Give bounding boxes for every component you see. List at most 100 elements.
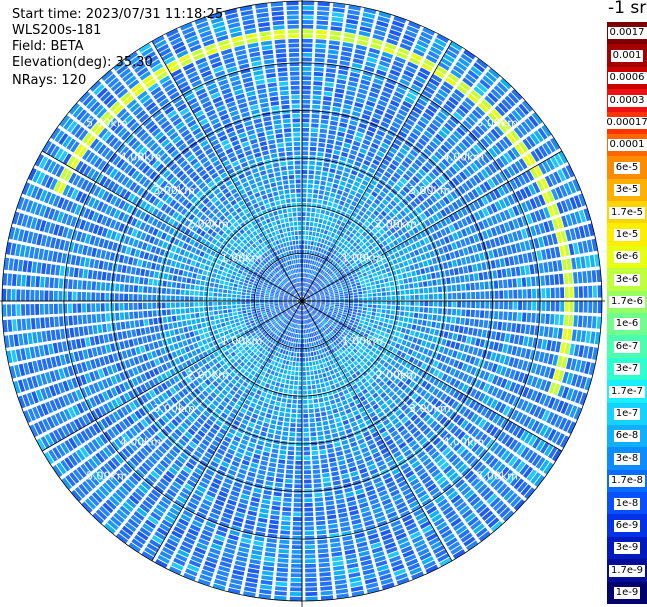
data-sector [352, 425, 360, 432]
data-sector [480, 301, 485, 309]
data-sector [372, 324, 378, 329]
data-sector [224, 350, 230, 356]
data-sector [354, 321, 359, 326]
data-sector [216, 274, 221, 280]
data-sector [8, 334, 15, 348]
data-sector [229, 278, 235, 283]
data-sector [206, 337, 212, 343]
data-sector [247, 510, 258, 517]
data-sector [357, 391, 364, 398]
data-sector [234, 348, 240, 354]
data-sector [38, 345, 45, 357]
data-sector [354, 387, 361, 394]
data-sector [171, 282, 177, 288]
data-sector [244, 581, 258, 588]
data-sector [40, 276, 45, 288]
data-sector [315, 360, 319, 365]
data-sector [268, 524, 279, 530]
data-sector [351, 373, 357, 379]
data-sector [353, 360, 359, 366]
data-sector [202, 246, 208, 252]
data-sector [363, 301, 368, 304]
data-sector [115, 283, 120, 292]
data-sector [237, 308, 242, 312]
data-sector [300, 315, 302, 320]
data-sector [161, 287, 167, 294]
data-sector [355, 318, 360, 323]
data-sector [2, 288, 7, 301]
data-sector [155, 332, 162, 340]
data-sector [261, 407, 268, 413]
data-sector [305, 334, 308, 338]
data-sector [295, 362, 299, 367]
data-sector [206, 260, 212, 266]
data-sector [199, 296, 204, 301]
data-sector [311, 450, 319, 456]
data-sector [271, 395, 277, 401]
data-sector [341, 415, 348, 421]
data-sector [435, 322, 441, 329]
data-sector [457, 301, 462, 308]
data-sector [257, 469, 266, 475]
data-sector [531, 313, 536, 323]
data-sector [110, 303, 115, 312]
data-sector [189, 266, 195, 272]
data-sector [149, 326, 155, 334]
data-sector [597, 301, 602, 314]
data-sector [124, 293, 129, 301]
data-sector [314, 355, 318, 361]
data-sector [248, 505, 259, 512]
data-sector [500, 332, 506, 342]
data-sector [411, 350, 418, 358]
data-sector [345, 453, 353, 459]
data-sector [317, 548, 329, 554]
data-sector [134, 276, 140, 284]
data-sector [50, 329, 57, 341]
data-sector [310, 352, 314, 357]
data-sector [171, 288, 176, 295]
data-sector [297, 329, 299, 334]
data-sector [281, 364, 285, 369]
data-sector [370, 315, 376, 320]
data-sector [276, 567, 288, 573]
data-sector [248, 281, 254, 285]
data-sector [353, 306, 358, 310]
data-sector [287, 450, 295, 456]
data-sector [206, 248, 212, 254]
data-sector [196, 274, 202, 280]
data-sector [36, 331, 43, 343]
data-sector [291, 337, 295, 342]
data-sector [190, 260, 196, 267]
data-sector [182, 320, 187, 327]
data-sector [356, 357, 362, 363]
data-sector [590, 331, 596, 344]
data-sector [346, 457, 355, 464]
data-sector [358, 323, 363, 327]
data-sector [168, 323, 174, 330]
data-sector [247, 284, 253, 288]
data-sector [233, 315, 239, 320]
data-sector [30, 318, 36, 330]
data-sector [350, 441, 358, 448]
data-sector [332, 560, 344, 567]
data-sector [295, 446, 302, 451]
data-sector [291, 413, 297, 418]
data-sector [120, 321, 126, 330]
data-sector [166, 259, 172, 266]
data-sector [418, 346, 425, 353]
data-sector [84, 257, 90, 268]
data-sector [389, 352, 396, 359]
data-sector [342, 478, 351, 484]
data-sector [269, 424, 276, 430]
data-sector [343, 362, 349, 368]
data-sector [281, 436, 288, 441]
data-sector [229, 225, 235, 231]
data-sector [310, 375, 315, 380]
data-sector [77, 291, 82, 301]
data-sector [279, 539, 290, 545]
data-sector [144, 344, 150, 352]
data-sector [415, 352, 422, 360]
data-sector [278, 459, 286, 464]
data-sector [362, 307, 367, 311]
data-sector [52, 342, 59, 354]
